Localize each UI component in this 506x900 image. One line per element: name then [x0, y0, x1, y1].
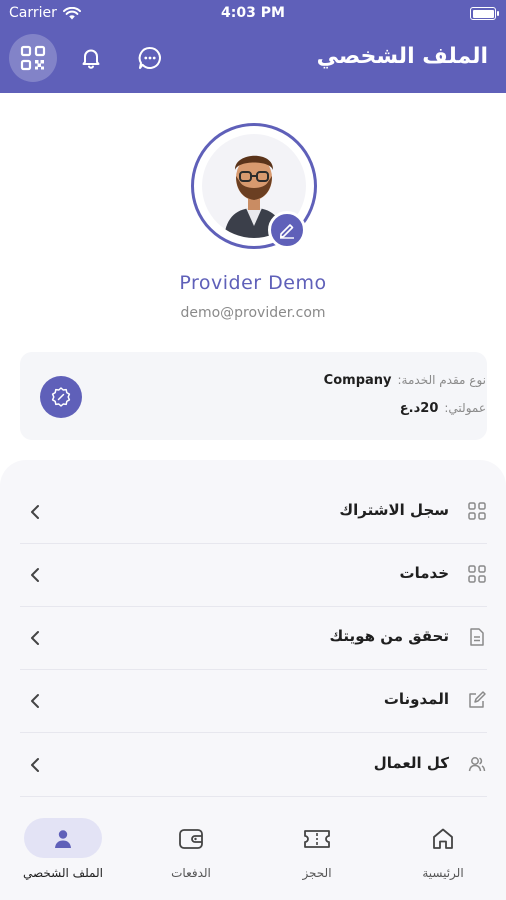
chevron-left-icon — [31, 758, 39, 772]
chevron-left-icon — [31, 694, 39, 708]
nav-item-booking[interactable]: الحجز — [262, 818, 372, 888]
profile-name: Provider Demo — [179, 272, 327, 294]
nav-item-profile[interactable]: الملف الشخصي — [8, 818, 118, 888]
document-icon — [470, 628, 484, 646]
bottom-navigation: الملف الشخصي الدفعات الحجز الرئيسية — [0, 800, 506, 900]
provider-info-card — [20, 352, 487, 440]
chevron-left-icon — [31, 505, 39, 519]
person-icon — [44, 820, 82, 858]
users-icon — [468, 757, 486, 772]
home-icon — [424, 820, 462, 858]
profile-email: demo@provider.com — [180, 305, 326, 321]
pencil-icon — [280, 224, 294, 239]
nav-label: الدفعات — [171, 866, 211, 880]
nav-label: الرئيسية — [422, 866, 464, 880]
nav-label: الحجز — [302, 866, 332, 880]
nav-item-home[interactable]: الرئيسية — [388, 818, 498, 888]
status-time: 4:03 PM — [221, 5, 285, 21]
chat-button[interactable] — [126, 34, 174, 82]
menu-item-subscription-history[interactable]: سجل الاشتراك — [20, 481, 487, 544]
verified-badge-icon — [40, 376, 82, 418]
nav-label: الملف الشخصي — [23, 866, 103, 880]
commission-value: 20د.ع — [399, 401, 439, 416]
menu-item-label: كل العمال — [373, 754, 449, 772]
provider-type-label: نوع مقدم الخدمة: — [397, 373, 487, 387]
edit-avatar-button[interactable] — [268, 211, 306, 249]
wallet-icon — [172, 820, 210, 858]
notifications-button[interactable] — [67, 34, 115, 82]
menu-item-label: تحقق من هويتك — [329, 627, 449, 645]
chevron-left-icon — [31, 631, 39, 645]
grid-icon — [468, 502, 486, 520]
commission-label: عمولتي: — [444, 401, 486, 415]
menu-item-label: سجل الاشتراك — [339, 501, 449, 519]
battery-icon — [470, 7, 499, 20]
qr-code-button[interactable] — [9, 34, 57, 82]
menu-item-label: خدمات — [399, 564, 449, 582]
app-header: Carrier 4:03 PM الملف الشخصي — [0, 0, 506, 93]
edit-note-icon — [469, 691, 486, 708]
menu-item-verify-identity[interactable]: تحقق من هويتك — [20, 607, 487, 670]
bell-icon — [82, 49, 100, 69]
status-bar: Carrier 4:03 PM — [0, 0, 506, 28]
provider-type-row: نوع مقدم الخدمة: Company — [324, 373, 486, 388]
provider-type-value: Company — [323, 373, 392, 388]
chat-icon — [138, 46, 161, 69]
page-title: الملف الشخصي — [316, 44, 488, 69]
menu-item-label: المدونات — [383, 690, 449, 708]
nav-item-payments[interactable]: الدفعات — [136, 818, 246, 888]
menu-item-services[interactable]: خدمات — [20, 544, 487, 607]
chevron-left-icon — [31, 568, 39, 582]
commission-row: عمولتي: 20د.ع — [400, 401, 486, 416]
grid-icon — [468, 565, 486, 583]
qr-code-icon — [20, 45, 46, 71]
menu-item-blogs[interactable]: المدونات — [20, 670, 487, 733]
ticket-icon — [298, 820, 336, 858]
menu-item-all-workers[interactable]: كل العمال — [20, 734, 487, 797]
